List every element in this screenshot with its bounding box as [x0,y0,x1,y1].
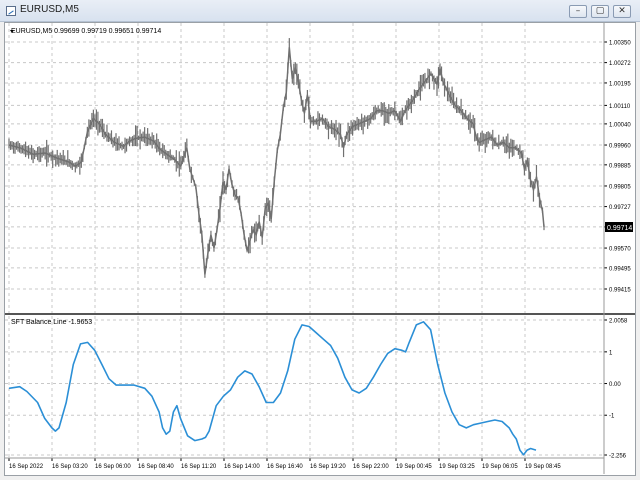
time-tick-label: 16 Sep 19:20 [310,464,346,470]
balance-line-series [8,321,537,456]
time-tick-label: 19 Sep 08:45 [525,464,561,470]
indicator-tick-label: 0.00 [609,382,621,388]
price-series-line [8,47,545,275]
time-tick-label: 19 Sep 06:05 [482,464,518,470]
time-tick-label: 16 Sep 06:00 [95,464,131,470]
price-tick-label: 0.99415 [609,288,631,294]
price-tick-label: 1.00350 [609,41,631,47]
time-tick-label: 19 Sep 00:45 [396,464,432,470]
indicator-chart [8,321,537,456]
close-button[interactable]: ✕ [613,5,631,18]
grid-layer [5,23,604,457]
indicator-label: SFT Balance Line -1.9653 [11,319,92,326]
time-tick-label: 16 Sep 2022 [9,464,44,470]
minimize-button[interactable]: – [569,5,587,18]
price-tick-label: 0.99570 [609,247,631,253]
current-price-label: 0.99714 [607,225,632,232]
indicator-tick-label: -2.256 [609,454,627,460]
time-tick-label: 16 Sep 11:20 [181,464,217,470]
time-tick-label: 16 Sep 16:40 [267,464,303,470]
window-title: EURUSD,M5 [20,4,79,15]
price-tick-label: 1.00040 [609,122,631,128]
chart-canvas[interactable]: 1.00350 1.00272 1.00195 1.00110 1.00040 0.999… [5,23,635,475]
time-tick-label: 16 Sep 14:00 [224,464,260,470]
indicator-tick-label: 1 [609,350,613,356]
indicator-tick-label: 2.0058 [609,319,628,325]
indicator-tick-label: -1 [609,414,615,420]
maximize-button[interactable]: ▢ [591,5,609,18]
price-tick-label: 0.99960 [609,144,631,150]
price-tick-label: 0.99495 [609,266,631,272]
price-tick-label: 0.99805 [609,184,631,190]
price-tick-label: 1.00195 [609,81,631,87]
time-tick-label: 16 Sep 03:20 [52,464,88,470]
price-tick-label: 0.99885 [609,163,631,169]
window-titlebar: EURUSD,M5 – ▢ ✕ [0,0,640,22]
price-tick-label: 1.00272 [609,61,631,67]
price-chart [8,38,545,278]
time-tick-label: 19 Sep 03:25 [439,464,475,470]
price-tick-label: 1.00110 [609,104,631,110]
chart-window-icon [6,6,16,16]
time-tick-label: 16 Sep 08:40 [138,464,174,470]
symbol-info-label: EURUSD,M5 0.99699 0.99719 0.99651 0.9971… [11,28,161,35]
price-tick-label: 0.99727 [609,205,631,211]
chart-area[interactable]: 1.00350 1.00272 1.00195 1.00110 1.00040 0.999… [4,22,636,476]
time-tick-label: 16 Sep 22:00 [353,464,389,470]
